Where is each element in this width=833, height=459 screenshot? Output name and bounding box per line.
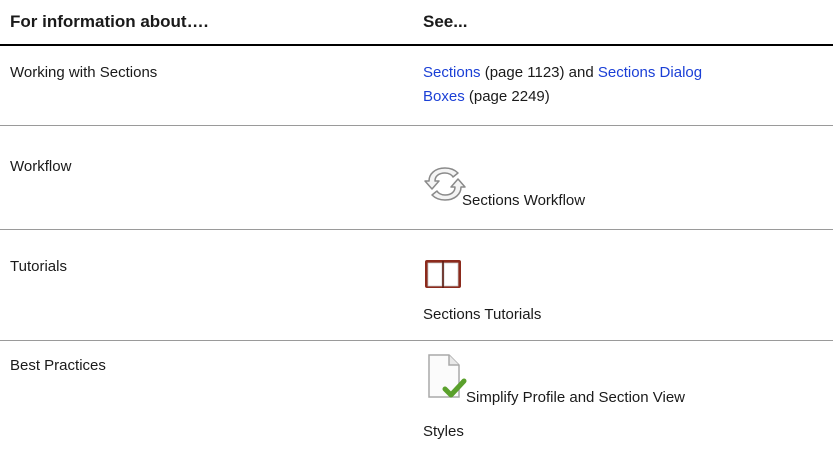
header-topic: For information about….: [10, 12, 209, 31]
row-topic-working-with-sections: Working with Sections: [10, 64, 158, 81]
table-header: For information about…. See...: [0, 0, 833, 45]
sections-dialog-page-ref: (page 2249): [464, 88, 550, 105]
simplify-styles-link-cont[interactable]: Styles: [423, 420, 464, 444]
row-topic-tutorials: Tutorials: [10, 258, 67, 275]
header-divider: [0, 44, 833, 46]
sections-dialog-link[interactable]: Sections Dialog: [598, 64, 702, 81]
row-divider: [0, 229, 833, 230]
header-see: See...: [423, 12, 468, 31]
row-see-sections: Sections (page 1123) and Sections Dialog…: [423, 61, 823, 109]
row-divider: [0, 125, 833, 126]
sections-workflow-link[interactable]: Sections Workflow: [462, 189, 585, 213]
open-book-icon[interactable]: [423, 256, 463, 297]
document-checkmark-icon[interactable]: [423, 353, 467, 406]
sections-link[interactable]: Sections: [423, 64, 481, 81]
sections-dialog-link-cont[interactable]: Boxes: [423, 88, 465, 105]
sections-page-ref: (page 1123) and: [480, 64, 598, 81]
row-topic-best-practices: Best Practices: [10, 357, 106, 374]
workflow-cycle-icon[interactable]: [423, 162, 467, 211]
simplify-styles-link[interactable]: Simplify Profile and Section View: [466, 386, 685, 410]
row-divider: [0, 340, 833, 341]
sections-tutorials-link[interactable]: Sections Tutorials: [423, 303, 541, 327]
row-topic-workflow: Workflow: [10, 158, 72, 175]
